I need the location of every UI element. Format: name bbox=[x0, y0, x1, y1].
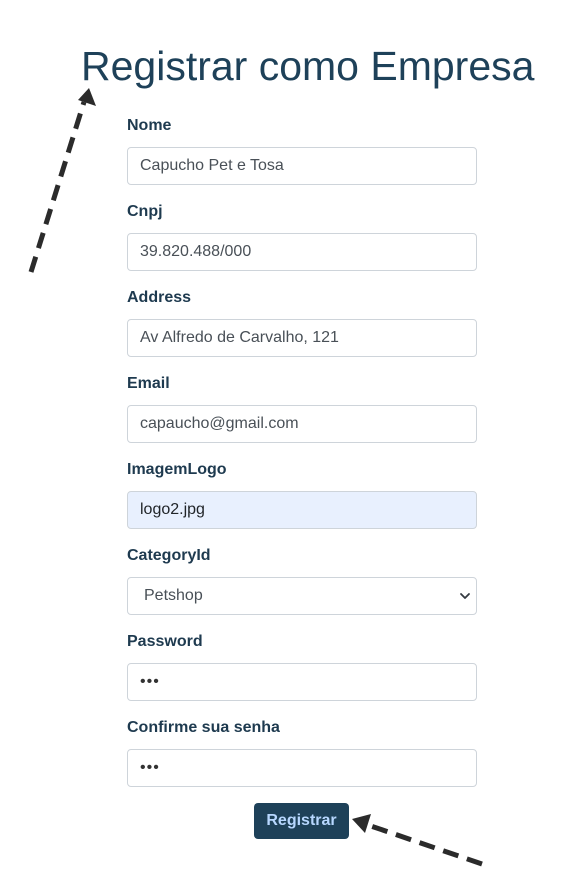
imagem-logo-input[interactable] bbox=[127, 491, 477, 529]
nome-input[interactable] bbox=[127, 147, 477, 185]
dashed-arrow-icon bbox=[28, 88, 96, 273]
password-input[interactable]: ••• bbox=[127, 663, 477, 701]
email-input[interactable] bbox=[127, 405, 477, 443]
category-selected-value[interactable]: Petshop bbox=[127, 577, 477, 615]
cnpj-label: Cnpj bbox=[127, 203, 163, 220]
field-confirm-password: Confirme sua senha ••• bbox=[127, 717, 477, 803]
page-title: Registrar como Empresa bbox=[81, 43, 535, 89]
field-nome: Nome bbox=[127, 115, 477, 201]
address-label: Address bbox=[127, 289, 192, 306]
confirm-password-input[interactable]: ••• bbox=[127, 749, 477, 787]
dashed-arrow-icon bbox=[352, 814, 483, 867]
address-input[interactable] bbox=[127, 319, 477, 357]
password-label: Password bbox=[127, 633, 203, 650]
cnpj-input[interactable] bbox=[127, 233, 477, 271]
field-email: Email bbox=[127, 373, 477, 459]
field-imagem-logo: ImagemLogo bbox=[127, 459, 477, 545]
field-cnpj: Cnpj bbox=[127, 201, 477, 287]
confirm-password-label: Confirme sua senha bbox=[127, 719, 280, 736]
field-address: Address bbox=[127, 287, 477, 373]
category-label: CategoryId bbox=[127, 547, 211, 564]
submit-row: Registrar bbox=[254, 803, 349, 839]
field-password: Password ••• bbox=[127, 631, 477, 717]
register-company-form: Nome Cnpj Address Email ImagemLogo Categ… bbox=[127, 115, 477, 803]
field-category: CategoryId Petshop bbox=[127, 545, 477, 631]
imagem-logo-label: ImagemLogo bbox=[127, 461, 227, 478]
nome-label: Nome bbox=[127, 117, 172, 134]
category-select[interactable]: Petshop bbox=[127, 577, 477, 615]
email-label: Email bbox=[127, 375, 170, 392]
registrar-button[interactable]: Registrar bbox=[254, 803, 349, 839]
chevron-down-icon bbox=[460, 593, 470, 599]
